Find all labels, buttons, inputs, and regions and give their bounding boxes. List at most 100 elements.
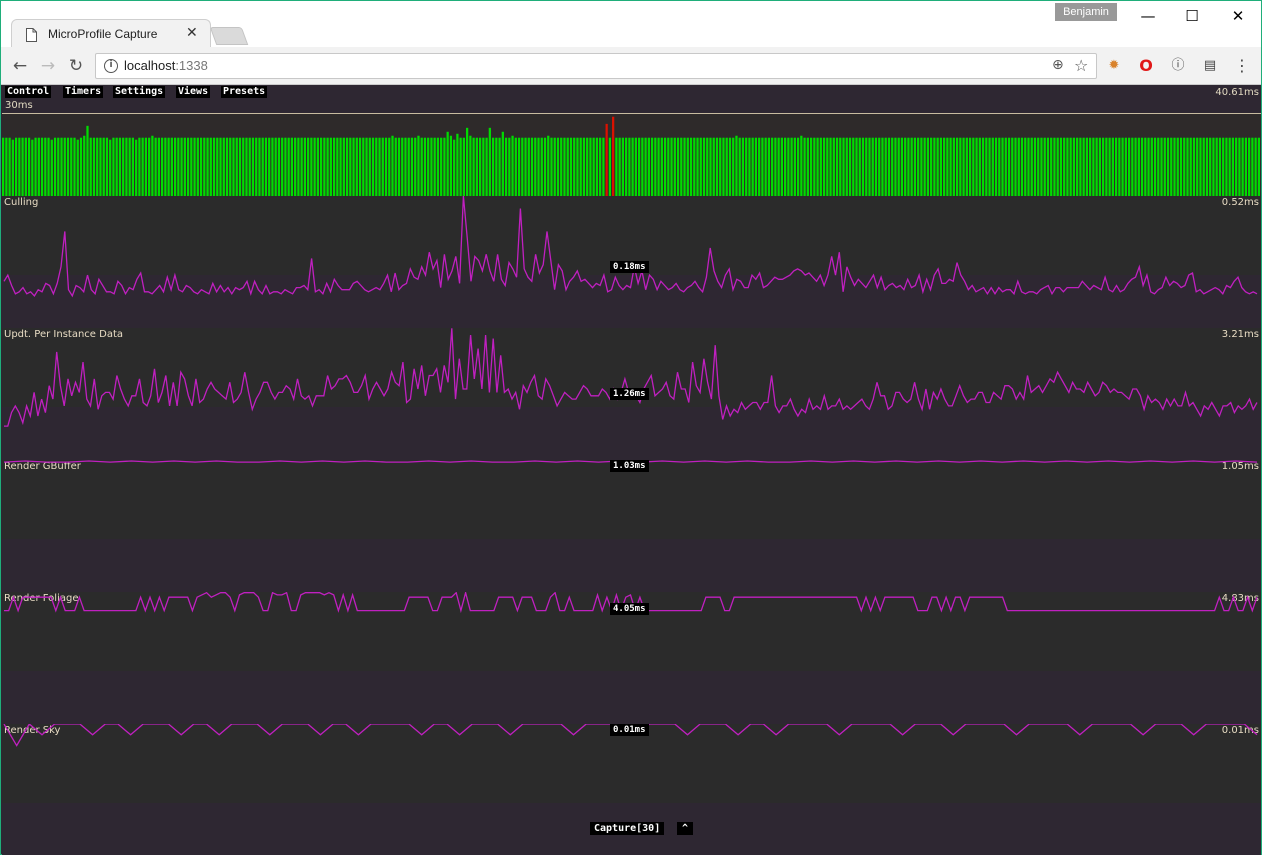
frame-bar[interactable]	[978, 137, 981, 197]
frame-bar[interactable]	[112, 137, 115, 197]
frame-bar[interactable]	[907, 137, 910, 197]
frame-bar[interactable]	[125, 137, 128, 197]
frame-bar[interactable]	[732, 137, 735, 197]
frame-bar[interactable]	[8, 137, 11, 197]
frame-bar[interactable]	[599, 137, 602, 197]
frame-bar[interactable]	[498, 137, 501, 197]
frame-bar[interactable]	[975, 137, 978, 197]
frame-bar[interactable]	[482, 137, 485, 197]
frame-bar[interactable]	[706, 137, 709, 197]
frame-bar[interactable]	[258, 137, 261, 197]
frame-bar[interactable]	[300, 137, 303, 197]
frame-bar[interactable]	[495, 137, 498, 197]
frame-bar[interactable]	[2, 137, 5, 197]
frame-bar[interactable]	[1251, 137, 1254, 197]
frame-bar[interactable]	[388, 137, 391, 197]
frame-bar[interactable]	[109, 139, 112, 197]
frame-bar[interactable]	[602, 137, 605, 197]
frame-bar[interactable]	[784, 137, 787, 197]
frame-bar[interactable]	[965, 137, 968, 197]
frame-bar[interactable]	[1085, 137, 1089, 197]
menu-views[interactable]: Views	[176, 86, 211, 98]
frame-bar[interactable]	[839, 137, 842, 197]
frame-bar[interactable]	[1212, 137, 1215, 197]
frame-bar[interactable]	[709, 137, 712, 197]
frame-bar[interactable]	[803, 137, 806, 197]
frame-bar[interactable]	[180, 137, 183, 197]
frame-bar[interactable]	[813, 137, 816, 197]
frame-bar[interactable]	[621, 137, 625, 197]
frame-bar[interactable]	[582, 137, 586, 197]
frame-bar[interactable]	[1111, 137, 1114, 197]
frame-bar[interactable]	[440, 137, 443, 197]
frame-bar[interactable]	[595, 137, 599, 197]
frame-bar[interactable]	[5, 137, 8, 197]
menu-settings[interactable]: Settings	[113, 86, 166, 98]
frame-bar[interactable]	[1098, 137, 1101, 197]
capture-options-button[interactable]: ^	[677, 822, 693, 835]
frame-bar[interactable]	[294, 137, 297, 197]
frame-bar[interactable]	[1007, 137, 1011, 197]
frame-bar[interactable]	[1186, 137, 1189, 197]
frame-bar-over-budget[interactable]	[605, 123, 608, 197]
close-tab-icon[interactable]: ✕	[186, 25, 198, 41]
extension-info-icon[interactable]: ⓘ	[1169, 57, 1187, 75]
new-tab-button[interactable]	[209, 27, 249, 45]
browser-tab[interactable]: MicroProfile Capture ✕	[11, 19, 211, 49]
frame-bar[interactable]	[910, 137, 913, 197]
frame-bar[interactable]	[735, 135, 738, 197]
frame-bar[interactable]	[1160, 137, 1163, 197]
frame-bar[interactable]	[647, 137, 650, 197]
frame-bar[interactable]	[780, 137, 783, 197]
frame-bar[interactable]	[806, 137, 809, 197]
frame-bar[interactable]	[105, 137, 109, 197]
frame-bar[interactable]	[952, 137, 955, 197]
frame-bar[interactable]	[904, 137, 907, 197]
frame-bar[interactable]	[767, 137, 771, 197]
frame-bar[interactable]	[949, 137, 952, 197]
frame-bar[interactable]	[394, 137, 397, 197]
frame-bar[interactable]	[491, 137, 495, 197]
frame-bar[interactable]	[683, 137, 686, 197]
frame-bar[interactable]	[884, 137, 887, 197]
frame-bar[interactable]	[1001, 137, 1004, 197]
frame-bar[interactable]	[576, 137, 579, 197]
frame-bar[interactable]	[186, 137, 190, 197]
frame-bar[interactable]	[634, 137, 637, 197]
frame-bar[interactable]	[1059, 137, 1063, 197]
opera-icon[interactable]: O	[1137, 57, 1155, 75]
frame-bar[interactable]	[1222, 137, 1225, 197]
frame-bar[interactable]	[917, 137, 920, 197]
frame-bar[interactable]	[31, 139, 34, 197]
frame-bar[interactable]	[66, 137, 70, 197]
frame-bar[interactable]	[1053, 137, 1056, 197]
frame-bar[interactable]	[702, 137, 706, 197]
frame-bar[interactable]	[547, 135, 550, 197]
frame-bar[interactable]	[628, 137, 631, 197]
frame-bar[interactable]	[1108, 137, 1111, 197]
frame-bar[interactable]	[203, 137, 206, 197]
frame-bar[interactable]	[462, 137, 466, 197]
frame-bar[interactable]	[845, 137, 848, 197]
frame-bar[interactable]	[242, 137, 245, 197]
frame-bar[interactable]	[1004, 137, 1007, 197]
frame-bar[interactable]	[417, 135, 420, 197]
frame-bar[interactable]	[138, 137, 141, 197]
frame-bar[interactable]	[994, 137, 998, 197]
frame-bar[interactable]	[27, 137, 31, 197]
frame-bar[interactable]	[488, 127, 491, 197]
frame-bar[interactable]	[274, 137, 277, 197]
frame-bar[interactable]	[1235, 137, 1238, 197]
frame-bar[interactable]	[715, 137, 719, 197]
frame-bar[interactable]	[524, 137, 527, 197]
frame-bar[interactable]	[1082, 137, 1085, 197]
frame-bar[interactable]	[790, 137, 793, 197]
frame-bar[interactable]	[319, 137, 323, 197]
frame-bar[interactable]	[177, 137, 180, 197]
frame-bar[interactable]	[79, 137, 83, 197]
frame-bar[interactable]	[673, 137, 676, 197]
frame-bar[interactable]	[89, 137, 92, 197]
frame-bar[interactable]	[96, 137, 99, 197]
frame-bar[interactable]	[50, 139, 53, 197]
frame-bar[interactable]	[566, 137, 569, 197]
